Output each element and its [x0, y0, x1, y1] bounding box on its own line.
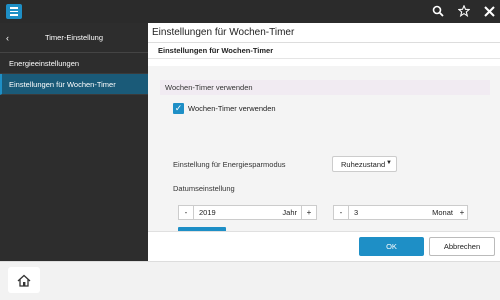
month-stepper: - 3 Monat + — [333, 205, 468, 220]
close-icon[interactable] — [481, 3, 497, 19]
checkbox-checked-icon[interactable]: ✓ — [173, 103, 184, 114]
energy-mode-label: Einstellung für Energiesparmodus — [173, 160, 286, 169]
year-minus-button[interactable]: - — [179, 206, 194, 219]
month-unit: Monat — [432, 208, 453, 217]
date-setting-label: Datumseinstellung — [173, 184, 235, 193]
back-chevron-icon[interactable]: ‹ — [6, 33, 9, 43]
checkbox-label: Wochen-Timer verwenden — [188, 104, 276, 113]
sidebar-item-energieeinstellungen[interactable]: Energieeinstellungen — [0, 53, 148, 74]
home-button[interactable] — [8, 267, 40, 293]
top-bar — [0, 0, 500, 23]
search-icon[interactable] — [430, 3, 446, 19]
ok-button[interactable]: OK — [359, 237, 424, 256]
year-unit: Jahr — [282, 208, 297, 217]
menu-button[interactable] — [6, 4, 22, 19]
sidebar-item-wochen-timer[interactable]: Einstellungen für Wochen-Timer — [0, 74, 148, 95]
year-plus-button[interactable]: + — [301, 206, 316, 219]
month-minus-button[interactable]: - — [334, 206, 349, 219]
year-stepper: - 2019 Jahr + — [178, 205, 317, 220]
year-value[interactable]: 2019 — [194, 208, 282, 217]
footer-bar: OK Abbrechen — [148, 231, 500, 261]
sidebar: ‹ Timer-Einstellung Energieeinstellungen… — [0, 23, 148, 261]
page-title: Einstellungen für Wochen-Timer — [148, 23, 500, 43]
star-icon[interactable] — [456, 3, 472, 19]
home-icon — [17, 274, 31, 287]
energy-mode-select[interactable]: Ruhezustand ▼ — [332, 156, 397, 172]
sidebar-title: Timer-Einstellung — [44, 33, 104, 42]
energy-mode-value: Ruhezustand — [341, 159, 386, 169]
main-content: Einstellungen für Wochen-Timer Einstellu… — [148, 23, 500, 261]
section-subtitle: Einstellungen für Wochen-Timer — [148, 43, 500, 59]
cancel-button[interactable]: Abbrechen — [429, 237, 495, 256]
bottom-bar — [0, 261, 500, 300]
caret-down-icon: ▼ — [386, 160, 392, 166]
section-header: Wochen-Timer verwenden — [160, 80, 490, 95]
settings-panel: Wochen-Timer verwenden ✓ Wochen-Timer ve… — [148, 66, 500, 242]
use-timer-checkbox-row[interactable]: ✓ Wochen-Timer verwenden — [173, 103, 276, 114]
month-plus-button[interactable]: + — [457, 206, 467, 219]
sidebar-header: ‹ Timer-Einstellung — [0, 23, 148, 53]
month-value[interactable]: 3 — [349, 208, 432, 217]
